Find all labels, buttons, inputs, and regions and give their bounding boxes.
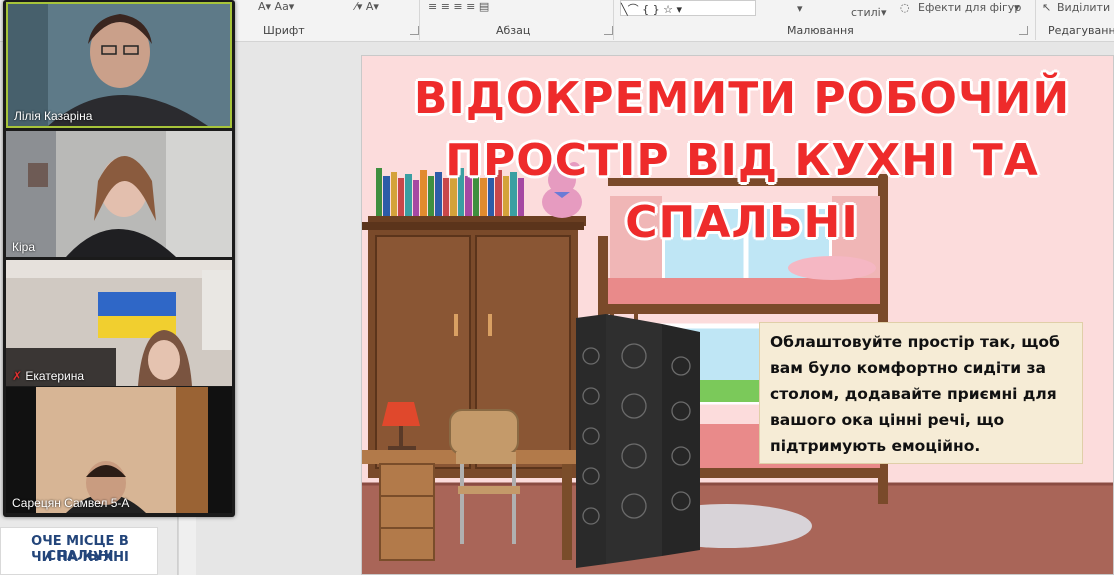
highlight-controls-remnant[interactable]: ⁄▾ A▾ (355, 0, 379, 13)
participant-video (6, 131, 232, 257)
paragraph-align-buttons[interactable]: ≡ ≡ ≡ ≡ ▤ (428, 0, 489, 13)
slide-thumbnail[interactable]: ОЧЕ МІСЦЕ В СПАЛЬНІ ЧИ НА КУХНІ (0, 527, 158, 575)
participant-name: Сарецян Самвел 5-А (12, 496, 130, 510)
group-paragraph-label: Абзац (496, 24, 531, 37)
slide-title[interactable]: ВІДОКРЕМИТИ РОБОЧИЙ ПРОСТІР ВІД КУХНІ ТА… (392, 68, 1092, 254)
drawing-dialog-launcher-icon[interactable] (1019, 26, 1028, 35)
divider (1035, 0, 1036, 40)
mic-muted-icon: ✗ (12, 369, 23, 383)
shape-effects-icon[interactable]: ◌ (900, 1, 910, 14)
shapes-gallery[interactable]: ╲⌒ { } ☆ ▾ (620, 0, 756, 16)
participant-video (6, 387, 232, 513)
slide-text-box[interactable]: Облаштовуйте простір так, щоб вам було к… (759, 322, 1083, 464)
participant-video-tile[interactable]: ✗ Екатерина (6, 260, 232, 386)
shape-effects-button[interactable]: Ефекти для фігур (918, 1, 1021, 14)
participant-video-tile[interactable]: Сарецян Самвел 5-А (6, 387, 232, 513)
folding-screen (576, 314, 700, 568)
participant-name: Лілія Казаріна (14, 109, 93, 123)
group-editing-label: Редагування (1048, 24, 1114, 37)
quick-styles-label[interactable]: стилі (851, 6, 881, 19)
participant-name: Кіра (12, 240, 36, 254)
select-button[interactable]: Виділити (1057, 1, 1110, 14)
slide-canvas[interactable]: ВІДОКРЕМИТИ РОБОЧИЙ ПРОСТІР ВІД КУХНІ ТА… (361, 55, 1114, 575)
thumbnail-title-line2: ЧИ НА КУХНІ (31, 550, 129, 565)
group-drawing-label: Малювання (787, 24, 854, 37)
font-dialog-launcher-icon[interactable] (410, 26, 419, 35)
participant-video-tile[interactable]: Кіра (6, 131, 232, 257)
divider (419, 0, 420, 40)
paragraph-dialog-launcher-icon[interactable] (604, 26, 613, 35)
slide-title-line: СПАЛЬНІ (625, 197, 859, 248)
slide-title-line: ПРОСТІР ВІД КУХНІ ТА (445, 135, 1039, 186)
participant-name: ✗ Екатерина (12, 369, 85, 383)
shape-effects-dropdown-icon[interactable]: ▾ (1014, 1, 1020, 14)
quick-styles-dropdown-icon[interactable]: ▾ (881, 6, 887, 19)
font-controls-remnant[interactable]: A▾ Aa▾ (258, 0, 294, 13)
group-font-label: Шрифт (263, 24, 305, 37)
participant-video (8, 4, 230, 126)
participant-video-tile[interactable]: Лілія Казаріна (6, 2, 232, 128)
slide-title-line: ВІДОКРЕМИТИ РОБОЧИЙ (413, 73, 1071, 124)
divider (613, 0, 614, 40)
video-call-panel[interactable]: Лілія Казаріна Кіра ✗ Екатерина Сарецян … (3, 0, 235, 517)
arrange-dropdown-icon[interactable]: ▾ (797, 2, 803, 15)
participant-video (6, 260, 232, 386)
select-cursor-icon[interactable]: ↖ (1042, 1, 1051, 14)
